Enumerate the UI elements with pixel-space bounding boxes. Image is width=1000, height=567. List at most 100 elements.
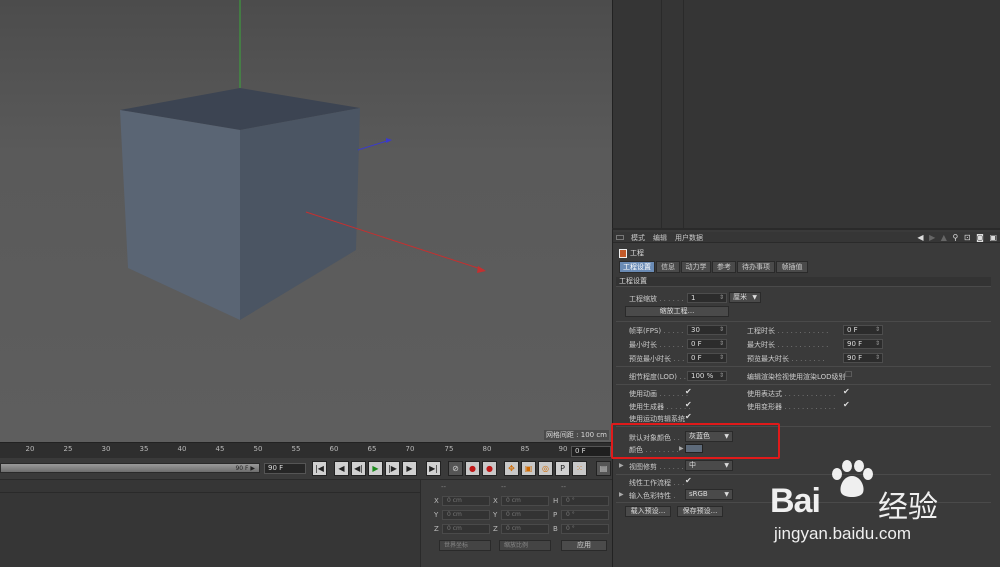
nav-icons: ◀ ▶ ▲ ⚲ ⊡ ◙ ▣ bbox=[914, 233, 997, 242]
record-keys-button[interactable]: ● bbox=[465, 461, 480, 476]
menu-mode[interactable]: 模式 bbox=[631, 233, 645, 243]
preview-max-field[interactable]: 90 F ⇕ bbox=[843, 353, 883, 363]
prev-keyframe-button[interactable]: ◀ bbox=[334, 461, 349, 476]
tab-dynamics[interactable]: 动力学 bbox=[681, 261, 711, 273]
timeline-button[interactable]: ▤ bbox=[596, 461, 611, 476]
menu-user-data[interactable]: 用户数据 bbox=[675, 233, 703, 243]
record-lock-button[interactable]: ⊘ bbox=[448, 461, 463, 476]
use-deform-label: 使用变形器 . . . . . . . . . . . . bbox=[747, 403, 836, 411]
use-gen-checkbox[interactable]: ✔ bbox=[685, 401, 693, 409]
spinner-icon[interactable]: ⇕ bbox=[719, 354, 724, 362]
lod-field[interactable]: 100 % ⇕ bbox=[687, 371, 727, 381]
preview-min-field[interactable]: 0 F ⇕ bbox=[687, 353, 727, 363]
tab-todo[interactable]: 待办事项 bbox=[737, 261, 775, 273]
current-frame-field[interactable]: 0 F bbox=[571, 446, 611, 457]
expand-arrow-icon[interactable]: ▶ bbox=[619, 462, 624, 469]
rotation-h-field[interactable]: 0 ° bbox=[561, 496, 609, 506]
auto-keyframe-button[interactable]: ● bbox=[482, 461, 497, 476]
object-manager[interactable] bbox=[612, 0, 1000, 228]
scale-field[interactable]: 1 ⇕ bbox=[687, 293, 727, 303]
size-x-field[interactable]: 0 cm bbox=[501, 496, 549, 506]
material-manager[interactable] bbox=[0, 480, 420, 567]
spinner-icon[interactable]: ⇕ bbox=[875, 340, 880, 348]
max-time-field[interactable]: 90 F ⇕ bbox=[843, 339, 883, 349]
scale-key-button[interactable]: ▣ bbox=[521, 461, 536, 476]
spinner-icon[interactable]: ⇕ bbox=[719, 326, 724, 334]
tab-reference[interactable]: 参考 bbox=[712, 261, 736, 273]
play-button[interactable]: ▶ bbox=[368, 461, 383, 476]
use-motion-checkbox[interactable]: ✔ bbox=[685, 413, 693, 421]
scale-value: 1 bbox=[691, 294, 696, 302]
search-icon[interactable]: ⚲ bbox=[952, 233, 958, 242]
tab-info[interactable]: 信息 bbox=[656, 261, 680, 273]
param-key-button[interactable]: P bbox=[555, 461, 570, 476]
view-clip-dropdown[interactable]: 中 ▼ bbox=[685, 460, 733, 471]
lod-render-label: 编辑渲染检视使用渲染LOD级别 bbox=[747, 373, 846, 381]
min-time-value: 0 F bbox=[691, 340, 702, 348]
end-frame-field[interactable]: 90 F bbox=[264, 463, 306, 474]
save-preset-button[interactable]: 保存预设... bbox=[677, 506, 723, 517]
pla-key-button[interactable]: ⁙ bbox=[572, 461, 587, 476]
size-y-field[interactable]: 0 cm bbox=[501, 510, 549, 520]
menu-edit[interactable]: 编辑 bbox=[653, 233, 667, 243]
chevron-down-icon: ▼ bbox=[724, 462, 729, 469]
coord-header: -- bbox=[501, 483, 507, 491]
min-time-field[interactable]: 0 F ⇕ bbox=[687, 339, 727, 349]
next-keyframe-button[interactable]: ▶ bbox=[402, 461, 417, 476]
use-anim-label: 使用动画 . . . . . . . bbox=[629, 390, 689, 398]
fps-field[interactable]: 30 ⇕ bbox=[687, 325, 727, 335]
spinner-icon[interactable]: ⇕ bbox=[719, 372, 724, 380]
project-time-field[interactable]: 0 F ⇕ bbox=[843, 325, 883, 335]
fps-value: 30 bbox=[691, 326, 700, 334]
spinner-icon[interactable]: ⇕ bbox=[719, 340, 724, 348]
tick-label: 85 bbox=[520, 445, 530, 453]
world-coordinates-dropdown[interactable]: 世界坐标 bbox=[439, 540, 491, 551]
apply-button[interactable]: 应用 bbox=[561, 540, 607, 551]
tab-project-settings[interactable]: 工程设置 bbox=[619, 261, 655, 273]
rotation-b-field[interactable]: 0 ° bbox=[561, 524, 609, 534]
axis-label: Z bbox=[434, 525, 439, 533]
use-anim-checkbox[interactable]: ✔ bbox=[685, 388, 693, 396]
rotation-p-field[interactable]: 0 ° bbox=[561, 510, 609, 520]
tick-label: 20 bbox=[25, 445, 35, 453]
lod-value: 100 % bbox=[691, 372, 714, 380]
maximize-icon[interactable]: ▣ bbox=[989, 233, 997, 242]
3d-viewport[interactable]: 网格间距 : 100 cm bbox=[0, 0, 612, 442]
project-time-value: 0 F bbox=[847, 326, 858, 334]
new-panel-icon[interactable]: ◙ bbox=[976, 233, 984, 242]
spinner-icon[interactable]: ⇕ bbox=[875, 354, 880, 362]
forward-arrow-icon[interactable]: ▶ bbox=[929, 233, 935, 242]
linear-workflow-checkbox[interactable]: ✔ bbox=[685, 477, 693, 485]
go-to-end-button[interactable]: ▶| bbox=[426, 461, 441, 476]
expand-arrow-icon[interactable]: ▶ bbox=[619, 491, 624, 498]
tab-interpolation[interactable]: 帧插值 bbox=[776, 261, 808, 273]
rotate-key-button[interactable]: ◎ bbox=[538, 461, 553, 476]
input-color-dropdown[interactable]: sRGB ▼ bbox=[685, 489, 733, 500]
use-expr-checkbox[interactable]: ✔ bbox=[843, 388, 851, 396]
up-arrow-icon[interactable]: ▲ bbox=[941, 233, 947, 242]
divider bbox=[616, 321, 991, 322]
spinner-icon[interactable]: ⇕ bbox=[719, 294, 724, 302]
prev-frame-button[interactable]: ◀| bbox=[351, 461, 366, 476]
lod-label: 细节程度(LOD) . . bbox=[629, 373, 686, 381]
use-deform-checkbox[interactable]: ✔ bbox=[843, 401, 851, 409]
scale-project-button[interactable]: 缩放工程... bbox=[625, 306, 729, 317]
timeline-ruler[interactable]: 20 25 30 35 40 45 50 55 60 65 70 75 80 8… bbox=[0, 442, 612, 458]
axis-label: Y bbox=[434, 511, 439, 519]
size-z-field[interactable]: 0 cm bbox=[501, 524, 549, 534]
position-z-field[interactable]: 0 cm bbox=[442, 524, 490, 534]
load-preset-button[interactable]: 载入预设... bbox=[625, 506, 671, 517]
scene-graphic bbox=[120, 0, 486, 320]
position-y-field[interactable]: 0 cm bbox=[442, 510, 490, 520]
go-to-start-button[interactable]: |◀ bbox=[312, 461, 327, 476]
lock-icon[interactable]: ⊡ bbox=[964, 233, 971, 242]
scale-mode-dropdown[interactable]: 缩放比例 bbox=[499, 540, 551, 551]
move-key-button[interactable]: ✥ bbox=[504, 461, 519, 476]
next-frame-button[interactable]: |▶ bbox=[385, 461, 400, 476]
position-x-field[interactable]: 0 cm bbox=[442, 496, 490, 506]
spinner-icon[interactable]: ⇕ bbox=[875, 326, 880, 334]
lod-render-checkbox[interactable]: ☐ bbox=[845, 371, 853, 379]
back-arrow-icon[interactable]: ◀ bbox=[917, 233, 923, 242]
frame-range-slider[interactable]: 90 F ▶ bbox=[0, 463, 260, 473]
scale-unit-dropdown[interactable]: 厘米 ▼ bbox=[729, 292, 761, 303]
